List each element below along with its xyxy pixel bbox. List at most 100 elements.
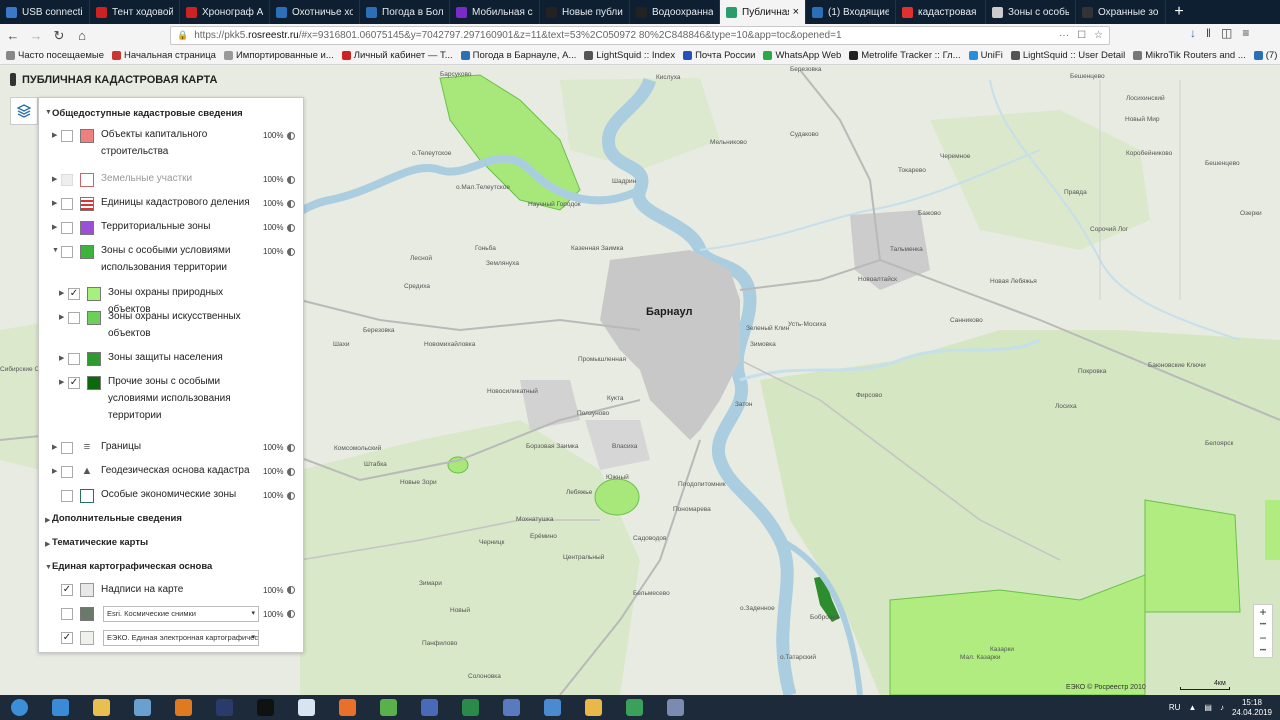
browser-tab[interactable]: Охранные зоны — [1076, 0, 1166, 24]
chevron-right-icon[interactable]: ▶ — [59, 378, 64, 386]
layer-checkbox[interactable] — [61, 246, 73, 258]
section-general[interactable]: Общедоступные кадастровые сведения — [52, 108, 243, 119]
firefox-taskbar-button[interactable] — [332, 697, 362, 719]
browser-tab[interactable]: Мобильная свяг — [450, 0, 540, 24]
opacity-icon[interactable] — [287, 200, 295, 208]
browser-tab[interactable]: Водоохранная з — [630, 0, 720, 24]
sublayer-checkbox[interactable]: ✓ — [68, 377, 80, 389]
sidebar-icon[interactable]: ◫ — [1221, 26, 1232, 40]
opacity-icon[interactable] — [287, 492, 295, 500]
network-tool-taskbar-button[interactable] — [414, 697, 444, 719]
opacity-icon[interactable] — [287, 468, 295, 476]
library-icon[interactable]: ‖ — [1206, 26, 1211, 40]
opacity-icon[interactable] — [287, 610, 295, 618]
section-additional[interactable]: Дополнительные сведения — [52, 513, 182, 524]
layer-checkbox[interactable] — [61, 442, 73, 454]
folder-taskbar-button[interactable] — [578, 697, 608, 719]
bookmark-item[interactable]: Импортированные и... — [223, 50, 334, 61]
bookmark-item[interactable]: LightSquid :: Index — [584, 50, 675, 61]
brush-taskbar-button[interactable] — [660, 697, 690, 719]
page-actions-icon[interactable]: ··· — [1059, 30, 1069, 41]
bookmark-item[interactable]: WhatsApp Web — [763, 50, 841, 61]
zoom-more-button[interactable]: ••• — [1254, 644, 1272, 657]
bookmark-star-icon[interactable]: ☆ — [1094, 30, 1103, 41]
reload-button[interactable]: ↻ — [49, 26, 69, 46]
browser-tab[interactable]: Тент ходовой с — [90, 0, 180, 24]
chevron-down-icon[interactable]: ▼ — [45, 564, 52, 571]
remote-desktop-taskbar-button[interactable] — [496, 697, 526, 719]
bookmark-item[interactable]: UniFi — [968, 50, 1003, 61]
esri-checkbox[interactable] — [61, 608, 73, 620]
bookmark-item[interactable]: Погода в Барнауле, А... — [460, 50, 576, 61]
chevron-right-icon[interactable]: ▶ — [52, 467, 57, 475]
chevron-right-icon[interactable]: ▶ — [59, 313, 64, 321]
browser-tab[interactable]: Погода в Больш — [360, 0, 450, 24]
zoom-more-button[interactable]: ••• — [1254, 618, 1272, 631]
menu-icon[interactable]: ≡ — [1242, 26, 1249, 40]
app-green-taskbar-button[interactable] — [373, 697, 403, 719]
opacity-icon[interactable] — [287, 248, 295, 256]
clock[interactable]: 15:18 24.04.2019 — [1232, 698, 1272, 718]
opacity-icon[interactable] — [287, 444, 295, 452]
network-icon[interactable]: ▤ — [1204, 703, 1212, 712]
browser-tab[interactable]: Хронограф АСС — [180, 0, 270, 24]
browser-tab[interactable]: (1) Входящие - П — [806, 0, 896, 24]
opacity-icon[interactable] — [287, 176, 295, 184]
powershell-taskbar-button[interactable] — [209, 697, 239, 719]
new-tab-button[interactable]: + — [1166, 0, 1192, 24]
opacity-icon[interactable] — [287, 586, 295, 594]
sublayer-checkbox[interactable] — [68, 312, 80, 324]
media-player-taskbar-button[interactable] — [168, 697, 198, 719]
chevron-right-icon[interactable]: ▶ — [52, 443, 57, 451]
notepad-taskbar-button[interactable] — [291, 697, 321, 719]
basemap-select-eeko[interactable]: ЕЭКО. Единая электронная картографичес ▾ — [103, 630, 259, 646]
zoom-out-button[interactable]: − — [1254, 631, 1272, 645]
browser-tab[interactable]: Новые публика — [540, 0, 630, 24]
sublayer-checkbox[interactable] — [68, 353, 80, 365]
bookmark-item[interactable]: Часто посещаемые — [6, 50, 104, 61]
excel-taskbar-button[interactable] — [455, 697, 485, 719]
labels-checkbox[interactable]: ✓ — [61, 584, 73, 596]
bookmark-item[interactable]: LightSquid :: User Detail — [1010, 50, 1125, 61]
tray-arrow-icon[interactable]: ▲ — [1188, 703, 1196, 712]
bookmark-item[interactable]: MikroTik Routers and ... — [1133, 50, 1246, 61]
forward-button[interactable]: → — [26, 26, 46, 46]
layer-checkbox[interactable] — [61, 130, 73, 142]
browser-tab[interactable]: Охотничье хозяй — [270, 0, 360, 24]
browser-tab[interactable]: Зоны с особыми — [986, 0, 1076, 24]
language-indicator[interactable]: RU — [1169, 703, 1181, 712]
opacity-icon[interactable] — [287, 224, 295, 232]
volume-icon[interactable]: ♪ — [1220, 703, 1224, 712]
bookmark-item[interactable]: Начальная страница — [112, 50, 216, 61]
chevron-right-icon[interactable]: ▶ — [45, 516, 50, 524]
url-bar[interactable]: 🔒 https://pkk5.rosreestr.ru/#x=9316801.0… — [170, 26, 1110, 45]
file-explorer-taskbar-button[interactable] — [86, 697, 116, 719]
chevron-right-icon[interactable]: ▶ — [52, 199, 57, 207]
internet-explorer-taskbar-button[interactable] — [45, 697, 75, 719]
layer-checkbox[interactable] — [61, 490, 73, 502]
chevron-down-icon[interactable]: ▼ — [52, 247, 59, 254]
home-button[interactable]: ⌂ — [72, 26, 92, 46]
virtualbox-taskbar-button[interactable] — [127, 697, 157, 719]
chrome-like-taskbar-button[interactable] — [537, 697, 567, 719]
chevron-right-icon[interactable]: ▶ — [52, 223, 57, 231]
chevron-down-icon[interactable]: ▼ — [45, 109, 52, 116]
sublayer-checkbox[interactable]: ✓ — [68, 288, 80, 300]
browser-tab[interactable]: USB connections — [0, 0, 90, 24]
download-icon[interactable]: ↓ — [1190, 26, 1196, 40]
chevron-right-icon[interactable]: ▶ — [45, 540, 50, 548]
chevron-right-icon[interactable]: ▶ — [52, 175, 57, 183]
tab-close-icon[interactable]: × — [789, 6, 799, 18]
section-thematic[interactable]: Тематические карты — [52, 537, 148, 548]
bookmark-item[interactable]: Почта России — [683, 50, 755, 61]
bookmark-item[interactable]: (7) Входящие - Почта... — [1253, 50, 1280, 61]
chevron-right-icon[interactable]: ▶ — [59, 354, 64, 362]
monitor-taskbar-button[interactable] — [619, 697, 649, 719]
eeko-checkbox[interactable]: ✓ — [61, 632, 73, 644]
browser-tab[interactable]: кадастровая карт — [896, 0, 986, 24]
zoom-in-button[interactable]: + — [1254, 605, 1272, 619]
layers-toggle-button[interactable] — [10, 97, 38, 125]
back-button[interactable]: ← — [3, 26, 23, 46]
basemap-select-esri[interactable]: Esri. Космические снимки ▾ — [103, 606, 259, 622]
pocket-icon[interactable]: ☐ — [1077, 30, 1086, 41]
